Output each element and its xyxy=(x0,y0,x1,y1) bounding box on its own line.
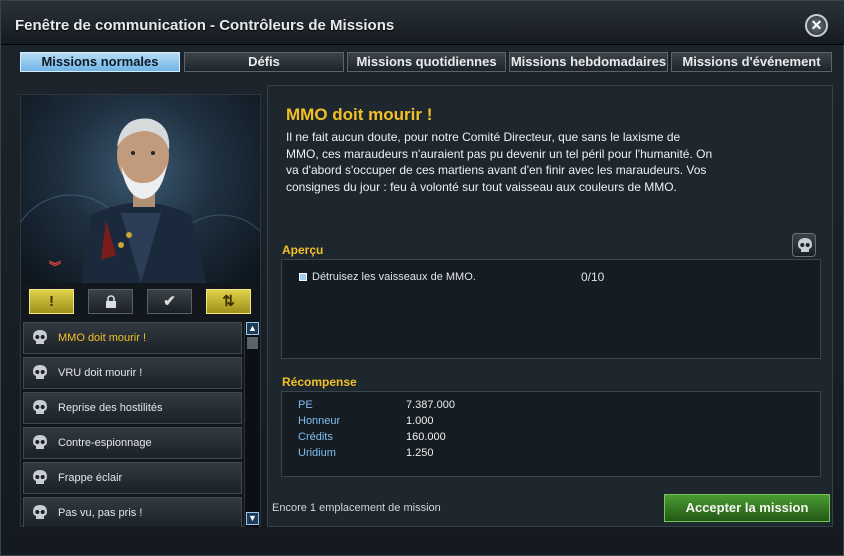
skull-icon xyxy=(33,470,47,484)
mission-item[interactable]: MMO doit mourir ! xyxy=(23,322,242,354)
skull-icon xyxy=(798,238,812,252)
overview-heading: Aperçu xyxy=(282,243,324,257)
lock-icon xyxy=(105,295,117,313)
exclamation-icon: ! xyxy=(49,293,54,310)
objectives-box: Détruisez les vaisseaux de MMO. 0/10 xyxy=(281,259,821,359)
mission-label: VRU doit mourir ! xyxy=(58,367,143,379)
objective-progress: 0/10 xyxy=(581,270,605,284)
objective-bullet-icon xyxy=(299,273,307,281)
skull-icon xyxy=(33,330,47,344)
tab-daily-missions[interactable]: Missions quotidiennes xyxy=(347,52,506,72)
scroll-down-button[interactable]: ▼ xyxy=(246,512,259,525)
mission-slots-text: Encore 1 emplacement de mission xyxy=(272,502,441,514)
filter-completed-button[interactable]: ✔ xyxy=(147,289,192,314)
tab-normal-missions[interactable]: Missions normales xyxy=(20,52,180,72)
mission-window: Fenêtre de communication - Contrôleurs d… xyxy=(0,0,844,556)
sort-arrows-icon: ⇅ xyxy=(222,293,235,310)
filter-locked-button[interactable] xyxy=(88,289,133,314)
rewards-box: PE 7.387.000 Honneur 1.000 Crédits 160.0… xyxy=(281,391,821,477)
skull-icon xyxy=(33,365,47,379)
tab-challenges[interactable]: Défis xyxy=(184,52,344,72)
reward-name: Honneur xyxy=(298,415,341,427)
expand-portrait-icon[interactable]: ︾ xyxy=(49,258,61,275)
skull-icon xyxy=(33,435,47,449)
checkmark-icon: ✔ xyxy=(163,293,176,310)
skull-icon xyxy=(33,400,47,414)
reward-value: 7.387.000 xyxy=(406,399,455,411)
mission-filters: ! ✔ ⇅ xyxy=(21,289,260,315)
objective-text: Détruisez les vaisseaux de MMO. xyxy=(312,271,476,283)
reward-heading: Récompense xyxy=(282,375,357,389)
mission-item[interactable]: VRU doit mourir ! xyxy=(23,357,242,389)
reward-value: 160.000 xyxy=(406,431,446,443)
title-bar[interactable]: Fenêtre de communication - Contrôleurs d… xyxy=(1,1,844,45)
reward-value: 1.000 xyxy=(406,415,434,427)
close-button[interactable]: ✕ xyxy=(805,14,828,37)
sort-button[interactable]: ⇅ xyxy=(206,289,251,314)
reward-name: Uridium xyxy=(298,447,336,459)
filter-new-button[interactable]: ! xyxy=(29,289,74,314)
mission-label: Pas vu, pas pris ! xyxy=(58,507,143,519)
mission-detail-panel: MMO doit mourir ! Il ne fait aucun doute… xyxy=(267,85,833,527)
tab-event-missions[interactable]: Missions d'événement xyxy=(671,52,832,72)
mission-type-button[interactable] xyxy=(792,233,816,257)
reward-name: Crédits xyxy=(298,431,333,443)
mission-item[interactable]: Pas vu, pas pris ! xyxy=(23,497,242,527)
accept-mission-button[interactable]: Accepter la mission xyxy=(664,494,830,522)
mission-list-panel: ︾ ! ✔ ⇅ MMO doit mourir ! VRU doit mouri… xyxy=(20,94,261,527)
scroll-thumb[interactable] xyxy=(247,337,258,349)
mission-title: MMO doit mourir ! xyxy=(286,105,433,124)
commander-portrait: ︾ xyxy=(21,95,260,283)
mission-list: MMO doit mourir ! VRU doit mourir ! Repr… xyxy=(23,321,242,527)
mission-label: Reprise des hostilités xyxy=(58,402,163,414)
mission-list-scrollbar[interactable]: ▲ ▼ xyxy=(244,321,259,527)
mission-label: Frappe éclair xyxy=(58,472,123,484)
scroll-up-button[interactable]: ▲ xyxy=(246,322,259,335)
reward-name: PE xyxy=(298,399,313,411)
mission-label: MMO doit mourir ! xyxy=(58,332,147,344)
mission-item[interactable]: Frappe éclair xyxy=(23,462,242,494)
mission-description: Il ne fait aucun doute, pour notre Comit… xyxy=(286,130,713,194)
mission-label: Contre-espionnage xyxy=(58,437,152,449)
window-title: Fenêtre de communication - Contrôleurs d… xyxy=(15,17,395,34)
reward-value: 1.250 xyxy=(406,447,434,459)
skull-icon xyxy=(33,505,47,519)
mission-item[interactable]: Reprise des hostilités xyxy=(23,392,242,424)
mission-item[interactable]: Contre-espionnage xyxy=(23,427,242,459)
tab-weekly-missions[interactable]: Missions hebdomadaires xyxy=(509,52,668,72)
